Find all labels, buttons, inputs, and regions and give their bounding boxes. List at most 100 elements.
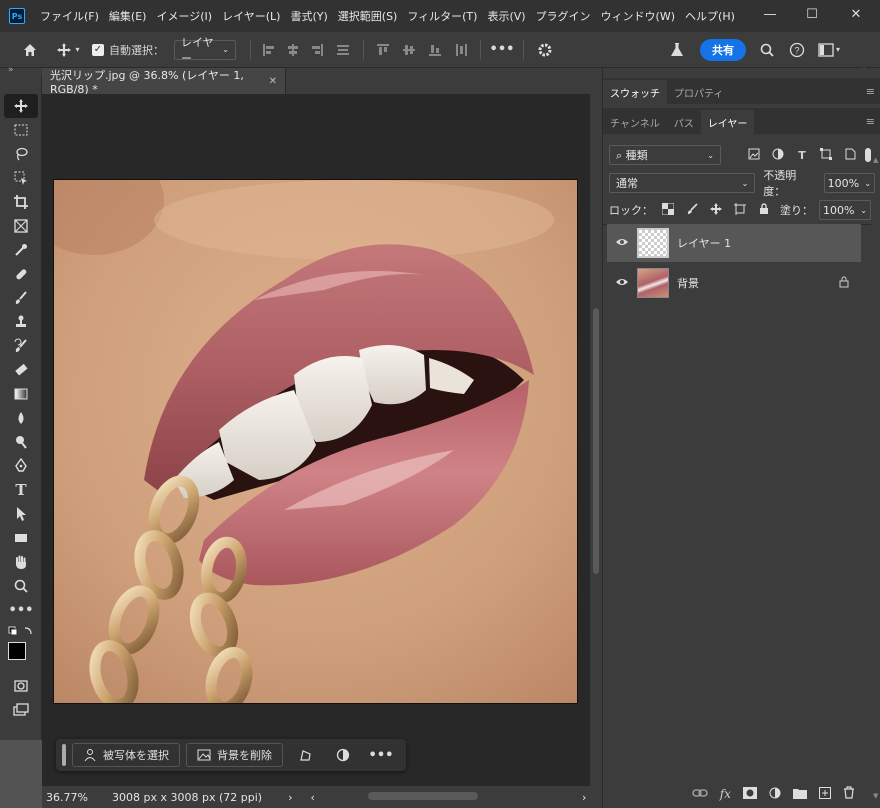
fx-icon[interactable]: fx	[720, 787, 731, 801]
crop-tool-icon[interactable]	[4, 190, 38, 214]
lock-position-icon[interactable]	[707, 202, 725, 218]
close-window-button[interactable]: ✕	[836, 0, 876, 28]
menu-file[interactable]: ファイル(F)	[35, 8, 104, 24]
tab-swatches[interactable]: スウォッチ	[603, 80, 667, 104]
move-tool-icon[interactable]	[4, 94, 38, 118]
eye-icon[interactable]	[615, 277, 629, 290]
panel-menu-icon[interactable]: ≡	[866, 115, 875, 128]
align-right-icon[interactable]	[305, 38, 329, 62]
status-expand-icon[interactable]: ›	[288, 791, 292, 804]
layer-filter-dropdown[interactable]: ⌕ 種類 ⌄	[609, 145, 721, 165]
zoom-tool-icon[interactable]	[4, 574, 38, 598]
eraser-tool-icon[interactable]	[4, 358, 38, 382]
document-tab[interactable]: 光沢リップ.jpg @ 36.8% (レイヤー 1, RGB/8) * ✕	[42, 68, 286, 96]
search-icon[interactable]	[752, 38, 782, 62]
scroll-right-icon[interactable]: ›	[582, 791, 586, 804]
select-subject-button[interactable]: 被写体を選択	[72, 743, 180, 767]
align-top-edges-icon[interactable]	[329, 38, 357, 62]
fill-input[interactable]: 100% ⌄	[819, 200, 871, 220]
frame-tool-icon[interactable]	[4, 214, 38, 238]
lock-artboard-icon[interactable]	[731, 202, 749, 218]
eyedropper-tool-icon[interactable]	[4, 238, 38, 262]
add-mask-icon[interactable]	[743, 786, 757, 802]
maximize-button[interactable]: ☐	[792, 0, 832, 28]
foreground-color-swatch[interactable]	[8, 642, 26, 660]
type-filter-icon[interactable]: T	[793, 149, 811, 162]
share-button[interactable]: 共有	[700, 38, 746, 61]
shape-filter-icon[interactable]	[817, 147, 835, 163]
layer-name[interactable]: レイヤー 1	[677, 235, 731, 251]
link-icon[interactable]	[692, 787, 708, 801]
canvas-area[interactable]	[42, 94, 590, 786]
color-swatches[interactable]	[8, 642, 41, 674]
menu-filter[interactable]: フィルター(T)	[402, 8, 482, 24]
quick-mask-icon[interactable]	[4, 674, 38, 698]
hand-tool-icon[interactable]	[4, 550, 38, 574]
edit-toolbar-icon[interactable]: •••	[4, 598, 38, 622]
transform-icon[interactable]	[289, 743, 321, 767]
rectangle-tool-icon[interactable]	[4, 526, 38, 550]
drag-handle[interactable]	[62, 744, 66, 766]
distribute-icon[interactable]	[448, 38, 474, 62]
pixel-filter-icon[interactable]	[745, 148, 763, 163]
align-middle-vertical-icon[interactable]	[396, 38, 422, 62]
canvas-image[interactable]	[53, 179, 578, 704]
folder-icon[interactable]	[793, 787, 807, 802]
menu-help[interactable]: ヘルプ(H)	[680, 8, 740, 24]
menu-view[interactable]: 表示(V)	[482, 8, 530, 24]
minimize-button[interactable]: —	[750, 0, 790, 28]
menu-image[interactable]: イメージ(I)	[151, 8, 217, 24]
object-selection-tool-icon[interactable]	[4, 166, 38, 190]
screen-mode-icon[interactable]	[4, 698, 38, 722]
align-bottom-icon[interactable]	[422, 38, 448, 62]
lock-all-icon[interactable]	[755, 202, 773, 218]
pen-tool-icon[interactable]	[4, 454, 38, 478]
panel-menu-icon[interactable]: ≡	[866, 85, 875, 98]
dodge-tool-icon[interactable]	[4, 430, 38, 454]
flask-icon[interactable]	[662, 38, 692, 62]
gear-icon[interactable]	[530, 38, 560, 62]
more-options-icon[interactable]: •••	[487, 38, 517, 62]
align-left-icon[interactable]	[257, 38, 281, 62]
type-tool-icon[interactable]: T	[4, 478, 38, 502]
menu-select[interactable]: 選択範囲(S)	[333, 8, 403, 24]
lock-image-pixels-icon[interactable]	[683, 202, 701, 218]
vertical-scrollbar[interactable]	[590, 94, 602, 786]
auto-select-checkbox[interactable]: ✓ 自動選択：	[92, 38, 164, 62]
menu-layer[interactable]: レイヤー(L)	[217, 8, 285, 24]
help-icon[interactable]: ?	[782, 38, 812, 62]
brush-tool-icon[interactable]	[4, 286, 38, 310]
adjustment-filter-icon[interactable]	[769, 148, 787, 163]
tab-paths[interactable]: パス	[667, 110, 701, 134]
zoom-level[interactable]: 36.77%	[46, 791, 104, 804]
remove-background-button[interactable]: 背景を削除	[186, 743, 283, 767]
menu-plugins[interactable]: プラグイン	[531, 8, 596, 24]
menu-window[interactable]: ウィンドウ(W)	[596, 8, 680, 24]
healing-brush-tool-icon[interactable]	[4, 262, 38, 286]
panel-scrollbar[interactable]: ▲ ▼	[870, 150, 880, 800]
default-colors-icon[interactable]	[4, 622, 38, 642]
blur-tool-icon[interactable]	[4, 406, 38, 430]
align-top-icon[interactable]	[370, 38, 396, 62]
new-adjustment-layer-icon[interactable]	[769, 787, 781, 802]
align-center-horizontal-icon[interactable]	[281, 38, 305, 62]
more-options-icon[interactable]: •••	[365, 743, 397, 767]
layer-row[interactable]: 背景	[607, 264, 861, 302]
tab-properties[interactable]: プロパティ	[667, 80, 730, 104]
marquee-tool-icon[interactable]	[4, 118, 38, 142]
layer-name[interactable]: 背景	[677, 275, 699, 291]
close-icon[interactable]: ✕	[269, 76, 277, 87]
scrollbar-thumb[interactable]	[593, 308, 599, 574]
tab-channels[interactable]: チャンネル	[603, 110, 667, 134]
workspace-switcher-icon[interactable]: ▾	[812, 38, 846, 62]
gradient-tool-icon[interactable]	[4, 382, 38, 406]
new-layer-icon[interactable]	[819, 786, 831, 802]
collapse-left-icon[interactable]: »	[8, 65, 14, 75]
lasso-tool-icon[interactable]	[4, 142, 38, 166]
clone-stamp-tool-icon[interactable]	[4, 310, 38, 334]
menu-edit[interactable]: 編集(E)	[104, 8, 152, 24]
eye-icon[interactable]	[615, 237, 629, 250]
auto-select-target-dropdown[interactable]: レイヤー ⌄	[174, 36, 236, 65]
home-icon[interactable]	[10, 38, 50, 62]
adjustment-icon[interactable]	[327, 743, 359, 767]
